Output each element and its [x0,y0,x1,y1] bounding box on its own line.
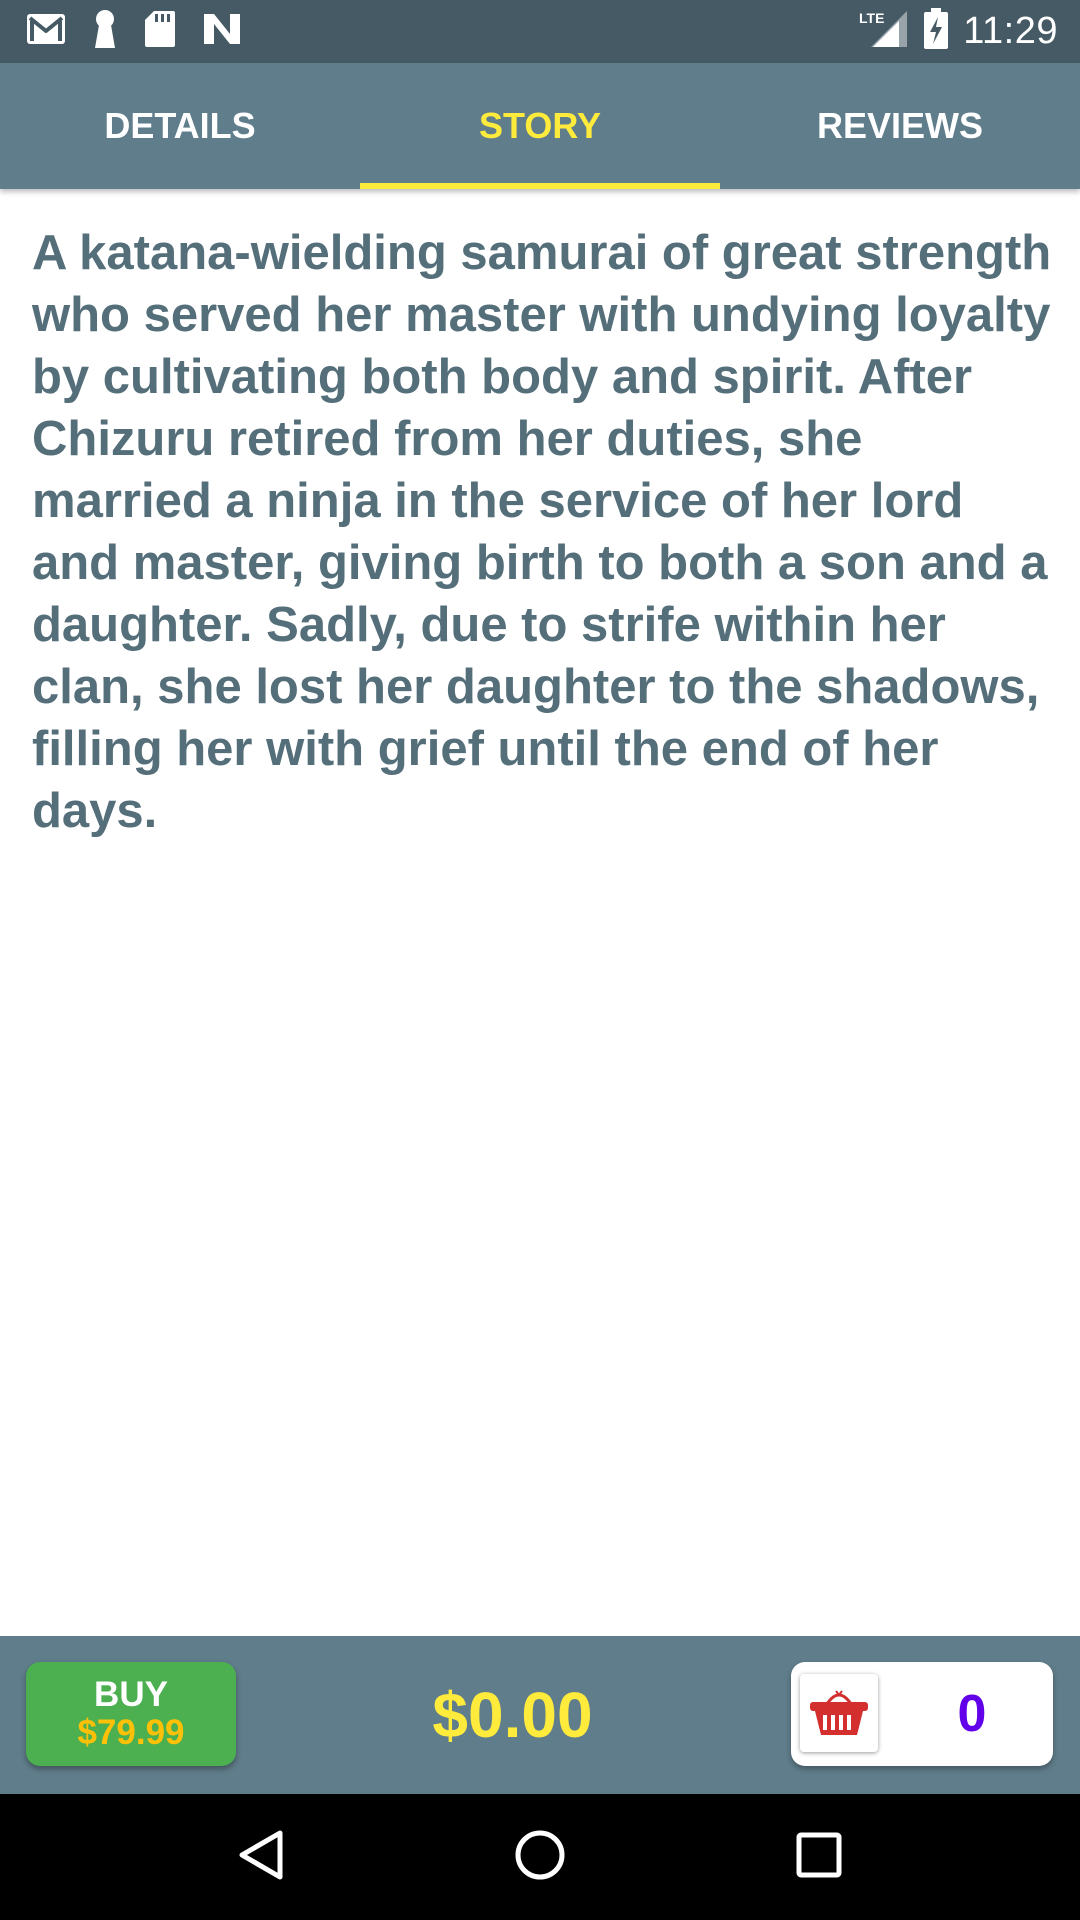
buy-price: $79.99 [77,1713,185,1752]
notification-icons [26,0,242,63]
bottom-bar: BUY $79.99 $0.00 0 [0,1636,1080,1794]
status-bar: LTE 11:29 [0,0,1080,63]
tab-story[interactable]: STORY [360,63,720,189]
status-time: 11:29 [963,10,1058,52]
buy-label: BUY [94,1675,168,1714]
system-icons: LTE 11:29 [857,0,1058,63]
back-button[interactable] [216,1812,306,1902]
gmail-icon [26,13,66,50]
cart-button[interactable]: 0 [791,1662,1053,1766]
basket-icon [807,1684,871,1743]
home-button[interactable] [495,1812,585,1902]
story-text: A katana-wielding samurai of great stren… [32,226,1052,838]
cart-icon-box [800,1674,878,1752]
tab-reviews[interactable]: REVIEWS [720,63,1080,189]
home-icon [514,1829,566,1886]
back-icon [238,1829,284,1886]
navigation-bar [0,1794,1080,1920]
n-logo-icon [202,12,242,51]
recents-button[interactable] [774,1812,864,1902]
recents-icon [796,1832,842,1883]
sd-card-icon [144,10,176,53]
lte-signal-icon: LTE [857,9,909,54]
tab-bar: DETAILS STORY REVIEWS [0,63,1080,189]
svg-text:LTE: LTE [859,10,884,26]
total-amount: $0.00 [432,1679,593,1751]
cart-count: 0 [957,1685,987,1743]
buy-button[interactable]: BUY $79.99 [26,1662,236,1766]
tab-details[interactable]: DETAILS [0,63,360,189]
keyhole-icon [92,9,118,54]
battery-charging-icon [923,8,949,55]
